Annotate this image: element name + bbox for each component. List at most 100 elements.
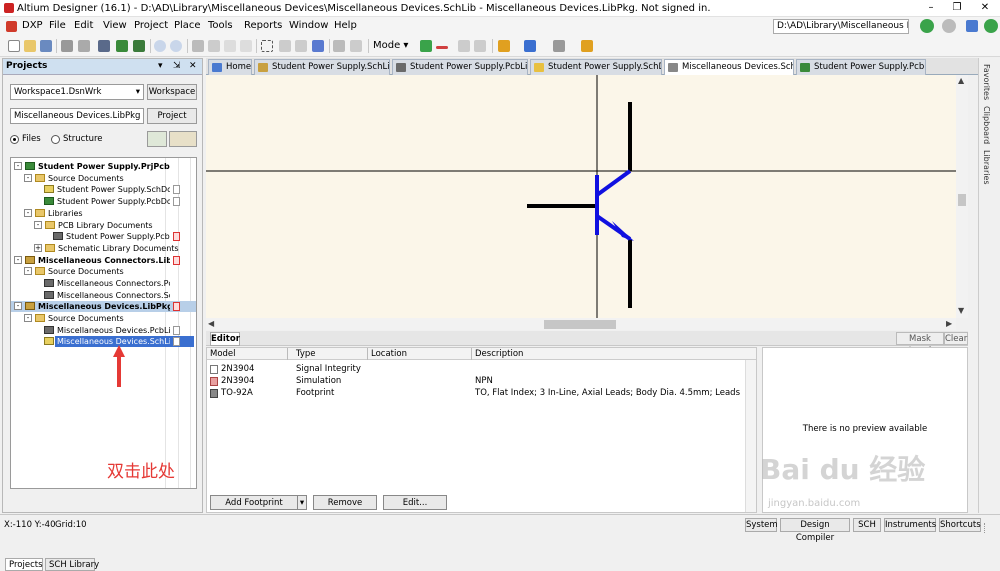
project-button[interactable]: Project	[147, 108, 197, 124]
table-row[interactable]: TO-92A Footprint TO, Flat Index; 3 In-Li…	[207, 388, 756, 399]
home-icon[interactable]	[966, 20, 978, 32]
menu-reports[interactable]: Reports	[244, 20, 282, 31]
paste-icon[interactable]	[224, 40, 236, 52]
cut-icon[interactable]	[192, 40, 204, 52]
back-icon[interactable]	[920, 19, 934, 33]
tree-item-miscellaneous-devices-libpkg[interactable]: - Miscellaneous Devices.LibPkg *	[11, 301, 196, 312]
open-device-view-icon[interactable]	[98, 40, 110, 52]
tree-item-student-power-supply-schdoc[interactable]: Student Power Supply.SchDoc	[11, 184, 196, 195]
tab-editor[interactable]: Editor	[210, 332, 240, 346]
canvas-horizontal-scrollbar[interactable]: ◀ ▶	[206, 318, 956, 330]
tree-item-miscellaneous-devices-pcblib[interactable]: Miscellaneous Devices.PcbLib	[11, 325, 196, 336]
forward-icon[interactable]	[942, 19, 956, 33]
tree-item-schematic-library-documents[interactable]: + Schematic Library Documents	[11, 243, 196, 254]
mode-dropdown[interactable]: Mode ▾	[373, 40, 408, 51]
project-field[interactable]: Miscellaneous Devices.LibPkg	[10, 108, 144, 124]
horizontal-scroll-thumb[interactable]	[544, 320, 616, 329]
tab-clipboard[interactable]: Clipboard	[982, 106, 991, 144]
table-row[interactable]: 2N3904 Signal Integrity	[207, 364, 756, 375]
tree-item-miscellaneous-connectors-pcblib[interactable]: Miscellaneous Connectors.Pcb	[11, 278, 196, 289]
schematic-canvas[interactable]	[206, 75, 956, 318]
tab-favorites[interactable]: Favorites	[982, 64, 991, 100]
close-button[interactable]: ✕	[972, 1, 998, 15]
tree-item-miscellaneous-connectors-libpkg[interactable]: - Miscellaneous Connectors.LibPkg	[11, 255, 196, 266]
tab-sch-library[interactable]: SCH Library	[45, 558, 99, 571]
add-footprint-button[interactable]: Add Footprint	[210, 495, 298, 510]
scroll-right-icon[interactable]: ▶	[946, 319, 952, 328]
menu-place[interactable]: Place	[174, 20, 201, 31]
model-table-scrollbar[interactable]	[745, 360, 756, 512]
collapse-icon[interactable]: -	[24, 174, 32, 182]
path-field[interactable]: D:\AD\Library\Miscellaneous D	[773, 19, 909, 34]
tree-item-miscellaneous-devices-schlib[interactable]: Miscellaneous Devices.SchLib	[11, 336, 196, 347]
workspace-button[interactable]: Workspace	[147, 84, 197, 100]
menu-tools[interactable]: Tools	[208, 20, 233, 31]
table-row[interactable]: 2N3904 Simulation NPN	[207, 376, 756, 387]
move-icon[interactable]	[279, 40, 291, 52]
tree-item-source-documents[interactable]: - Source Documents	[11, 266, 196, 277]
tab-student-power-supply-schdoc[interactable]: Student Power Supply.SchDoc	[530, 59, 662, 75]
files-radio[interactable]	[10, 135, 19, 144]
column-location[interactable]: Location	[371, 349, 407, 359]
utility-icon[interactable]	[498, 40, 510, 52]
zoom-area-icon[interactable]	[170, 40, 182, 52]
scroll-left-icon[interactable]: ◀	[208, 319, 214, 328]
collapse-icon[interactable]: -	[14, 162, 22, 170]
component-icon[interactable]	[133, 40, 145, 52]
restore-button[interactable]: ❐	[944, 1, 970, 15]
grid-icon[interactable]	[553, 40, 565, 52]
panel-menu-icon[interactable]: ▾	[158, 61, 163, 71]
zoom-fit-icon[interactable]	[154, 40, 166, 52]
deselect-icon[interactable]	[295, 40, 307, 52]
tab-student-power-supply-pcblib[interactable]: Student Power Supply.PcbLib *	[392, 59, 528, 75]
system-button[interactable]: System	[745, 518, 778, 532]
collapse-icon[interactable]: -	[24, 267, 32, 275]
menu-view[interactable]: View	[103, 20, 127, 31]
print-preview-icon[interactable]	[78, 40, 90, 52]
drawing-tools-icon[interactable]	[524, 40, 536, 52]
tree-item-student-power-supply-prjpcb[interactable]: - Student Power Supply.PrjPcb	[11, 161, 196, 172]
undo-icon[interactable]	[333, 40, 345, 52]
tree-item-student-power-supply-pcblib[interactable]: Student Power Supply.PcbLi	[11, 231, 196, 242]
design-compiler-button[interactable]: Design Compiler	[780, 518, 850, 543]
tab-student-power-supply-pcbdoc[interactable]: Student Power Supply.PcbDoc	[796, 59, 926, 75]
canvas-vertical-scrollbar[interactable]: ▲ ▼	[956, 75, 968, 318]
tree-item-libraries[interactable]: - Libraries	[11, 208, 196, 219]
tree-item-pcb-library-documents[interactable]: - PCB Library Documents	[11, 220, 196, 231]
menu-edit[interactable]: Edit	[74, 20, 93, 31]
layers-icon[interactable]	[581, 40, 593, 52]
save-icon[interactable]	[40, 40, 52, 52]
remove-icon[interactable]	[436, 46, 448, 49]
mask-level-button[interactable]: Mask Level	[896, 332, 944, 356]
panel-pin-icon[interactable]: ⇲	[173, 61, 181, 71]
tab-projects[interactable]: Projects	[5, 558, 43, 571]
tab-libraries[interactable]: Libraries	[982, 150, 991, 185]
project-icon[interactable]	[116, 40, 128, 52]
select-area-icon[interactable]	[261, 40, 273, 52]
resize-grip-icon[interactable]	[984, 523, 992, 533]
clear-button[interactable]: Clear	[944, 332, 968, 345]
menu-project[interactable]: Project	[134, 20, 168, 31]
collapse-icon[interactable]: -	[24, 209, 32, 217]
menu-file[interactable]: File	[49, 20, 66, 31]
sch-button[interactable]: SCH	[853, 518, 881, 532]
collapse-icon[interactable]: -	[14, 302, 22, 310]
redo-icon[interactable]	[350, 40, 362, 52]
remove-button[interactable]: Remove	[313, 495, 377, 510]
open-icon[interactable]	[24, 40, 36, 52]
previous-icon[interactable]	[458, 40, 470, 52]
rubber-stamp-icon[interactable]	[240, 40, 252, 52]
refresh-icon[interactable]	[984, 19, 998, 33]
add-icon[interactable]	[420, 40, 432, 52]
column-description[interactable]: Description	[475, 349, 523, 359]
minimize-button[interactable]: –	[918, 1, 944, 15]
workspace-select[interactable]: Workspace1.DsnWrk ▾	[10, 84, 144, 100]
tab-home[interactable]: Home	[208, 59, 252, 75]
collapse-icon[interactable]: -	[24, 314, 32, 322]
refresh-project-icon[interactable]	[147, 131, 167, 147]
tree-item-miscellaneous-connectors-schlib[interactable]: Miscellaneous Connectors.Sch	[11, 290, 196, 301]
collapse-icon[interactable]: -	[14, 256, 22, 264]
column-model[interactable]: Model	[210, 349, 236, 359]
tree-item-source-documents[interactable]: - Source Documents	[11, 313, 196, 324]
next-icon[interactable]	[474, 40, 486, 52]
